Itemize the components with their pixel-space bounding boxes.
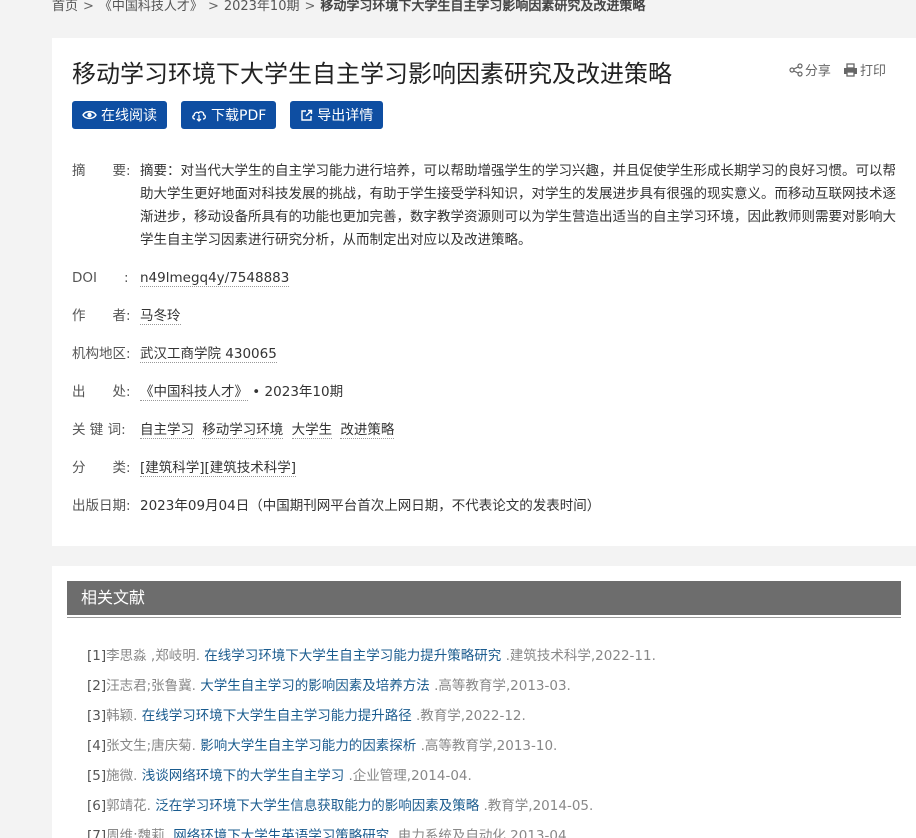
eye-icon	[82, 110, 97, 120]
date-label: 出版日期:	[72, 498, 131, 514]
doi-link[interactable]: n49lmegq4y/7548883	[140, 270, 290, 287]
source-row: 出 处: 《中国科技人才》 • 2023年10期	[72, 381, 902, 404]
export-details-button[interactable]: 导出详情	[290, 101, 384, 129]
related-item: [7]周维;魏莉. 网络环境下大学生英语学习策略研究 .电力系统及自动化,201…	[87, 826, 907, 838]
print-button[interactable]: 打印	[843, 60, 886, 79]
article-card: 移动学习环境下大学生自主学习影响因素研究及改进策略 分享 打印 在线阅读 下载P…	[52, 38, 916, 546]
related-source: .建筑技术科学,2022-11.	[505, 648, 656, 664]
related-item: [5]施微. 浅谈网络环境下的大学生自主学习 .企业管理,2014-04.	[87, 766, 907, 796]
keyword-link[interactable]: 大学生	[291, 422, 333, 439]
export-details-label: 导出详情	[317, 108, 374, 124]
related-authors: 郭靖花.	[106, 798, 151, 814]
breadcrumb-current: 移动学习环境下大学生自主学习影响因素研究及改进策略	[320, 0, 646, 14]
related-source: .教育学,2014-05.	[483, 798, 594, 814]
related-heading: 相关文献	[67, 581, 901, 615]
related-index: [2]	[87, 678, 107, 694]
article-tools: 分享 打印	[781, 60, 886, 81]
abstract-label: 摘 要:	[72, 163, 131, 179]
share-icon	[789, 62, 803, 77]
org-label: 机构地区:	[72, 346, 131, 362]
author-row: 作 者: 马冬玲	[72, 305, 902, 328]
related-item: [4]张文生;唐庆菊. 影响大学生自主学习能力的因素探析 .高等教育学,2013…	[87, 736, 907, 766]
related-literature-panel: 相关文献 [1]李思淼 ,郑岐明. 在线学习环境下大学生自主学习能力提升策略研究…	[52, 566, 916, 838]
article-metadata: 摘 要: 摘要：对当代大学生的自主学习能力进行培养，可以帮助增强学生的学习兴趣，…	[72, 160, 902, 533]
related-title-link[interactable]: 浅谈网络环境下的大学生自主学习	[142, 768, 345, 784]
related-title-link[interactable]: 大学生自主学习的影响因素及培养方法	[200, 678, 430, 694]
author-label: 作 者:	[72, 308, 131, 324]
related-item: [3]韩颖. 在线学习环境下大学生自主学习能力提升路径 .教育学,2022-12…	[87, 706, 907, 736]
related-authors: 张文生;唐庆菊.	[106, 738, 196, 754]
related-item: [1]李思淼 ,郑岐明. 在线学习环境下大学生自主学习能力提升策略研究 .建筑技…	[87, 646, 907, 676]
date-row: 出版日期: 2023年09月04日（中国期刊网平台首次上网日期，不代表论文的发表…	[72, 495, 902, 518]
read-online-label: 在线阅读	[101, 108, 157, 124]
related-item: [6]郭靖花. 泛在学习环境下大学生信息获取能力的影响因素及策略 .教育学,20…	[87, 796, 907, 826]
related-authors: 汪志君;张鲁冀.	[106, 678, 196, 694]
related-authors: 韩颖.	[106, 708, 138, 724]
keyword-link[interactable]: 自主学习	[140, 422, 194, 439]
related-source: .高等教育学,2013-03.	[434, 678, 571, 694]
cloud-download-icon	[192, 110, 206, 122]
share-label: 分享	[804, 64, 831, 79]
related-source: .教育学,2022-12.	[416, 708, 526, 724]
breadcrumb-separator: >	[83, 0, 94, 14]
breadcrumb-separator: >	[207, 0, 219, 14]
share-button[interactable]: 分享	[789, 60, 831, 79]
related-list: [1]李思淼 ,郑岐明. 在线学习环境下大学生自主学习能力提升策略研究 .建筑技…	[87, 646, 907, 838]
related-index: [4]	[87, 738, 107, 754]
source-journal-link[interactable]: 《中国科技人才》	[140, 384, 248, 401]
external-link-icon	[301, 109, 313, 121]
related-title-link[interactable]: 网络环境下大学生英语学习策略研究	[173, 828, 389, 838]
related-source: .电力系统及自动化,2013-04.	[393, 828, 571, 838]
download-pdf-button[interactable]: 下载PDF	[181, 101, 277, 129]
breadcrumb-journal[interactable]: 《中国科技人才》	[99, 0, 203, 14]
related-authors: 周维;魏莉.	[106, 828, 169, 838]
source-label: 出 处:	[72, 384, 131, 400]
author-link[interactable]: 马冬玲	[140, 308, 181, 325]
related-index: [6]	[87, 798, 107, 814]
category-row: 分 类: [建筑科学][建筑技术科学]	[72, 457, 902, 480]
print-label: 打印	[859, 64, 886, 79]
related-source: .企业管理,2014-04.	[348, 768, 472, 784]
read-online-button[interactable]: 在线阅读	[72, 101, 167, 129]
breadcrumb-home[interactable]: 首页	[52, 0, 78, 14]
related-source: .高等教育学,2013-10.	[420, 738, 558, 754]
related-index: [3]	[87, 708, 107, 724]
related-index: [5]	[87, 768, 107, 784]
doi-label: DOI :	[72, 270, 129, 286]
abstract-text: 摘要：对当代大学生的自主学习能力进行培养，可以帮助增强学生的学习兴趣，并且促使学…	[140, 163, 896, 248]
related-title-link[interactable]: 泛在学习环境下大学生信息获取能力的影响因素及策略	[155, 798, 479, 814]
category-label: 分 类:	[72, 460, 131, 476]
breadcrumb-issue[interactable]: 2023年10期	[224, 0, 300, 14]
abstract-row: 摘 要: 摘要：对当代大学生的自主学习能力进行培养，可以帮助增强学生的学习兴趣，…	[72, 160, 902, 252]
related-index: [7]	[87, 828, 107, 838]
related-divider	[67, 617, 901, 618]
source-issue: • 2023年10期	[252, 384, 344, 400]
related-authors: 施微.	[106, 768, 138, 784]
related-title-link[interactable]: 在线学习环境下大学生自主学习能力提升策略研究	[204, 648, 501, 664]
doi-row: DOI : n49lmegq4y/7548883	[72, 267, 902, 290]
keywords-label: 关 键 词:	[72, 422, 126, 438]
keyword-link[interactable]: 改进策略	[340, 422, 395, 439]
publish-date: 2023年09月04日（中国期刊网平台首次上网日期，不代表论文的发表时间）	[140, 498, 601, 514]
related-index: [1]	[87, 648, 107, 664]
category-link[interactable]: [建筑科学][建筑技术科学]	[140, 460, 297, 477]
download-pdf-label: 下载PDF	[211, 108, 267, 124]
breadcrumb-separator: >	[304, 0, 316, 14]
article-title: 移动学习环境下大学生自主学习影响因素研究及改进策略	[72, 60, 672, 88]
related-item: [2]汪志君;张鲁冀. 大学生自主学习的影响因素及培养方法 .高等教育学,201…	[87, 676, 907, 706]
breadcrumb: 首页 > 《中国科技人才》 >2023年10期 > 移动学习环境下大学生自主学习影响因素研…	[52, 0, 645, 16]
related-authors: 李思淼 ,郑岐明.	[106, 648, 200, 664]
related-title-link[interactable]: 在线学习环境下大学生自主学习能力提升路径	[142, 708, 412, 724]
keyword-link[interactable]: 移动学习环境	[202, 422, 284, 439]
keywords-row: 关 键 词: 自主学习 移动学习环境 大学生 改进策略	[72, 419, 902, 442]
action-buttons: 在线阅读 下载PDF 导出详情	[72, 101, 384, 129]
printer-icon	[843, 62, 857, 77]
related-title-link[interactable]: 影响大学生自主学习能力的因素探析	[200, 738, 416, 754]
org-row: 机构地区: 武汉工商学院 430065	[72, 343, 902, 366]
org-link[interactable]: 武汉工商学院 430065	[140, 346, 277, 363]
